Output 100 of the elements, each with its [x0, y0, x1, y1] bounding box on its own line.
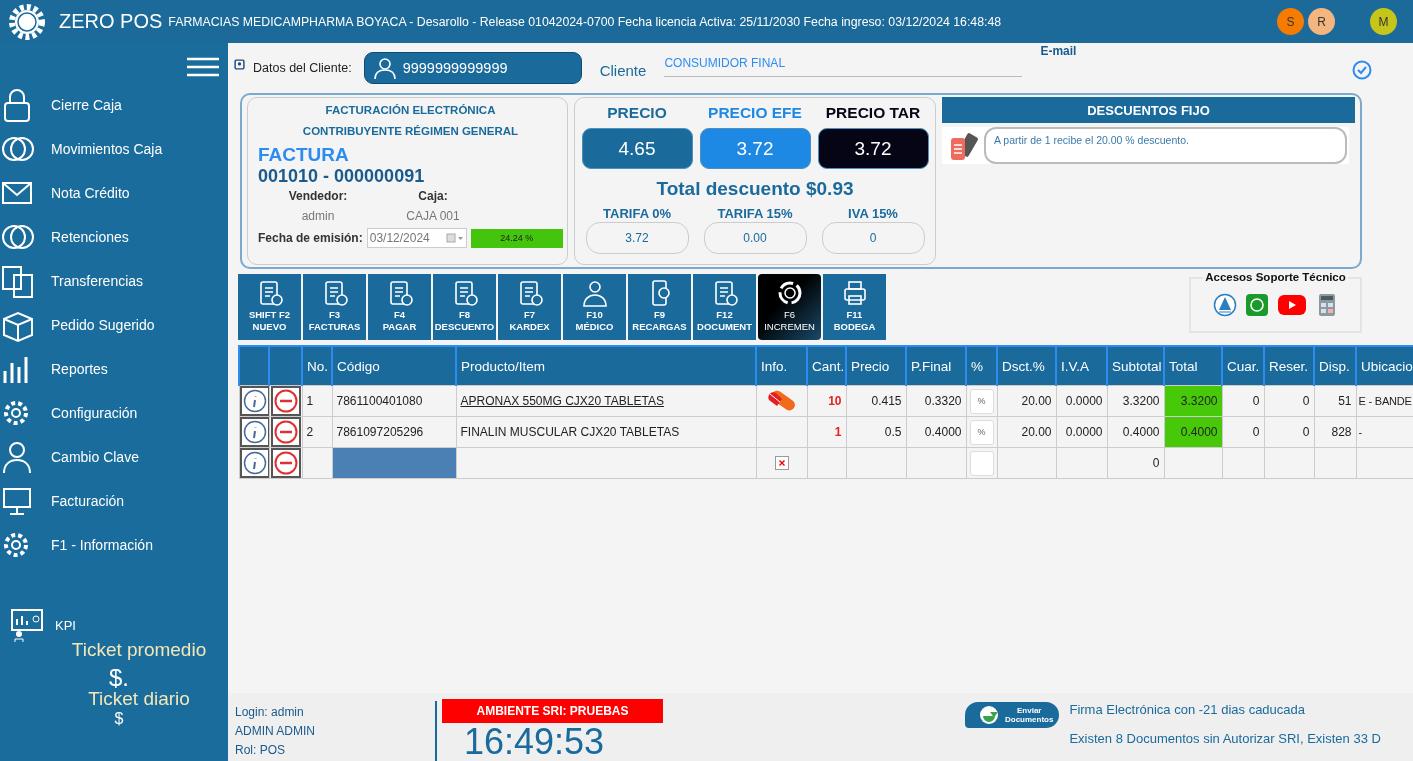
column-header[interactable]: Producto/Item [456, 346, 756, 386]
remove-button[interactable] [270, 417, 301, 447]
table-cell: 0 [1222, 385, 1264, 417]
table-cell: 0.3320 [906, 385, 966, 417]
table-cell: 1 [302, 385, 332, 417]
chat-bubble-icon[interactable] [1244, 293, 1269, 317]
column-header[interactable]: Cuar. [1222, 346, 1264, 386]
kpi-label: KPI [55, 617, 76, 633]
user-avatar[interactable]: S [1277, 8, 1304, 35]
login-text: Login: admin [235, 705, 305, 719]
total-cell: 3.3200 [1164, 385, 1222, 417]
column-header[interactable]: Precio [846, 346, 906, 386]
column-header[interactable]: No. [302, 346, 332, 386]
ticket-promedio-label: Ticket promedio [71, 639, 207, 661]
info-button[interactable] [240, 386, 268, 416]
status-message: Existen 8 Documentos sin Autorizar SRI, Existen 33 D [1069, 731, 1381, 746]
column-header[interactable]: Cant. [807, 346, 846, 386]
function-button[interactable]: SHIFT F2 NUEVO [238, 274, 301, 340]
column-header[interactable]: Subtotal [1107, 346, 1164, 386]
table-cell: 7861100401080 [332, 385, 456, 417]
sidebar-item[interactable]: Reportes [0, 351, 228, 387]
role-text: Rol: POS [235, 743, 286, 757]
send-documents-button[interactable]: Enviar Documentos [965, 702, 1060, 728]
tax-value: 0.00 [703, 222, 807, 254]
sidebar-item[interactable]: Retenciones [0, 219, 228, 255]
percent-toggle[interactable] [969, 450, 994, 476]
function-button[interactable]: F8 DESCUENTO [433, 274, 496, 340]
column-header[interactable]: Reser. [1264, 346, 1314, 386]
ticket-diario-value: $ [114, 710, 124, 728]
sidebar-item[interactable]: Facturación [0, 483, 228, 519]
clock: 16:49:53 [463, 723, 606, 761]
user-avatar[interactable]: R [1308, 8, 1335, 35]
percent-toggle[interactable]: % [969, 419, 994, 445]
person-icon [372, 56, 397, 80]
remove-button[interactable] [270, 386, 301, 416]
total-discount: Total descuento $0.93 [656, 178, 854, 200]
client-name-field[interactable]: CONSUMIDOR FINAL [664, 56, 1023, 77]
table-cell: 51 [1314, 385, 1356, 417]
column-header[interactable]: Código [332, 346, 456, 386]
info-button[interactable] [240, 448, 268, 478]
app-name: ZERO POS [59, 10, 163, 33]
invoice-number: 001010 - 000000091 [258, 166, 426, 187]
play-button-icon[interactable] [1276, 294, 1307, 316]
sidebar-item[interactable]: Configuración [0, 395, 228, 431]
sidebar-item[interactable]: Pedido Sugerido [0, 307, 228, 343]
column-header[interactable]: I.V.A [1056, 346, 1107, 386]
table-cell: 0.0000 [1056, 385, 1107, 417]
price-value: 3.72 [817, 128, 929, 169]
date-picker[interactable]: 03/12/2024 [366, 228, 467, 248]
function-button[interactable]: F12 DOCUMENT [693, 274, 756, 340]
table-cell: 0 [1264, 416, 1314, 448]
discount-message: A partir de 1 recibe el 20.00 % descuento. [984, 127, 1347, 164]
column-header[interactable]: Total [1164, 346, 1222, 386]
info-button[interactable] [240, 417, 268, 447]
table-cell: 7861097205296 [332, 416, 456, 448]
kpi-board-icon[interactable] [9, 607, 45, 643]
percent-badge: 24.24 % [470, 228, 563, 248]
function-button[interactable]: F7 KARDEX [498, 274, 561, 340]
table-cell: 3.3200 [1107, 385, 1164, 417]
function-button[interactable]: F4 PAGAR [368, 274, 431, 340]
code-input-field[interactable] [332, 447, 456, 479]
cash-register-label: Caja: [417, 189, 449, 203]
sidebar-item[interactable]: Cierre Caja [0, 87, 228, 123]
check-circle-icon[interactable] [1352, 60, 1373, 80]
function-button[interactable]: F9 RECARGAS [628, 274, 691, 340]
tax-label: TARIFA 15% [717, 206, 793, 221]
column-header[interactable]: Ubicacio [1356, 346, 1413, 386]
column-header[interactable]: % [966, 346, 997, 386]
issue-date-label: Fecha de emisión: [258, 231, 363, 245]
function-button[interactable]: F6 INCREMEN [758, 274, 821, 340]
remove-button[interactable] [270, 448, 301, 478]
column-header[interactable]: Disp. [1314, 346, 1356, 386]
column-header[interactable]: Info. [756, 346, 807, 386]
sidebar-item[interactable]: Nota Crédito [0, 175, 228, 211]
table-cell: 828 [1314, 416, 1356, 448]
sidebar-item[interactable]: Movimientos Caja [0, 131, 228, 167]
sidebar-item[interactable]: Cambio Clave [0, 439, 228, 475]
client-label: Cliente [599, 61, 647, 79]
support-title: Accesos Soporte Técnico [1203, 271, 1348, 283]
client-id-field[interactable]: 9999999999999 [363, 52, 582, 84]
menu-icon[interactable] [187, 57, 219, 77]
session-info: FARMACIAS MEDICAMPHARMA BOYACA - Desarollo - Release 01042024-0700 Fecha licencia Activa: 25/11/2030 Fecha ingreso: 03/12/2024 16:48:48 [168, 14, 1002, 29]
product-link[interactable]: APRONAX 550MG CJX20 TABLETAS [456, 385, 756, 417]
tax-value: 3.72 [585, 222, 689, 254]
user-avatar[interactable]: M [1370, 8, 1397, 35]
function-button[interactable]: F10 MÉDICO [563, 274, 626, 340]
function-button[interactable]: F3 FACTURAS [303, 274, 366, 340]
percent-toggle[interactable]: % [969, 388, 994, 414]
email-label: E-mail [1040, 44, 1077, 58]
column-header[interactable]: Dsct.% [997, 346, 1056, 386]
status-message: Firma Electrónica con -21 dias caducada [1069, 702, 1306, 717]
discounts-header: DESCUENTOS FIJO [942, 97, 1355, 123]
table-cell: 10 [807, 385, 846, 417]
tax-value: 0 [821, 222, 925, 254]
function-button[interactable]: F11 BODEGA [823, 274, 886, 340]
column-header[interactable]: P.Final [906, 346, 966, 386]
sidebar-item[interactable]: Transferencias [0, 263, 228, 299]
sidebar-item[interactable]: F1 - Información [0, 527, 228, 563]
triangle-logo-icon[interactable] [1212, 293, 1237, 317]
table-cell: 2 [302, 416, 332, 448]
